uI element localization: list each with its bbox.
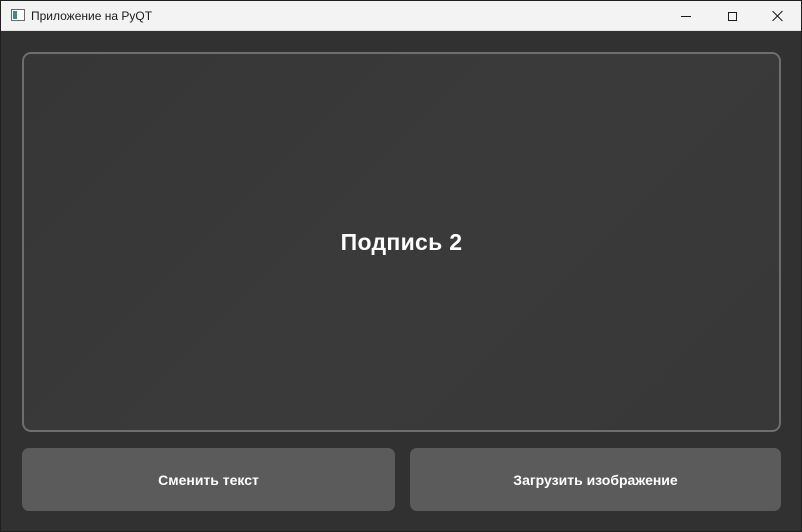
minimize-icon <box>681 15 691 17</box>
load-image-button[interactable]: Загрузить изображение <box>410 448 781 511</box>
app-window: Приложение на PyQT Подпись 2 Сменить тек… <box>0 0 802 532</box>
minimize-button[interactable] <box>663 1 709 31</box>
close-icon <box>772 10 784 22</box>
close-button[interactable] <box>755 1 801 31</box>
image-label-panel: Подпись 2 <box>22 52 781 432</box>
caption-label: Подпись 2 <box>340 228 463 255</box>
change-text-button[interactable]: Сменить текст <box>22 448 395 511</box>
maximize-button[interactable] <box>709 1 755 31</box>
window-title: Приложение на PyQT <box>31 9 153 23</box>
main-content: Подпись 2 Сменить текст Загрузить изобра… <box>1 31 801 531</box>
title-bar[interactable]: Приложение на PyQT <box>1 1 801 31</box>
maximize-icon <box>727 11 737 21</box>
app-window-icon <box>11 9 25 21</box>
